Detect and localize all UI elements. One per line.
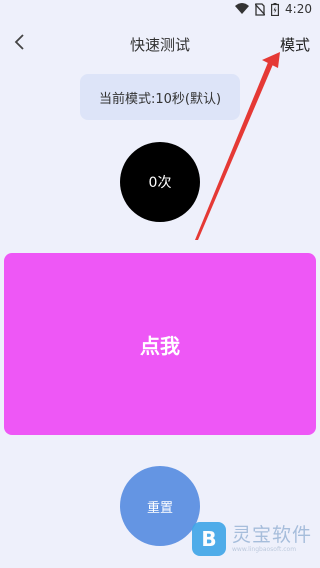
watermark: B 灵宝软件 www.lingbaosoft.com [192, 522, 312, 556]
tap-button[interactable]: 点我 [4, 253, 316, 435]
watermark-name: 灵宝软件 [232, 523, 313, 546]
click-counter: 0次 [120, 142, 200, 222]
reset-button[interactable]: 重置 [120, 466, 200, 546]
watermark-logo-icon: B [192, 522, 226, 556]
no-sim-icon [255, 2, 266, 16]
current-mode-chip: 当前模式:10秒(默认) [80, 74, 240, 120]
status-icons: 4:20 [235, 2, 312, 16]
status-time: 4:20 [285, 2, 312, 16]
wifi-icon [235, 3, 250, 15]
status-bar: 4:20 [0, 0, 320, 22]
mode-button[interactable]: 模式 [280, 34, 310, 55]
watermark-url: www.lingbaosoft.com [232, 545, 297, 553]
app-bar: 快速测试 模式 [0, 22, 320, 66]
battery-charging-icon [271, 2, 280, 16]
page-title: 快速测试 [129, 36, 190, 54]
